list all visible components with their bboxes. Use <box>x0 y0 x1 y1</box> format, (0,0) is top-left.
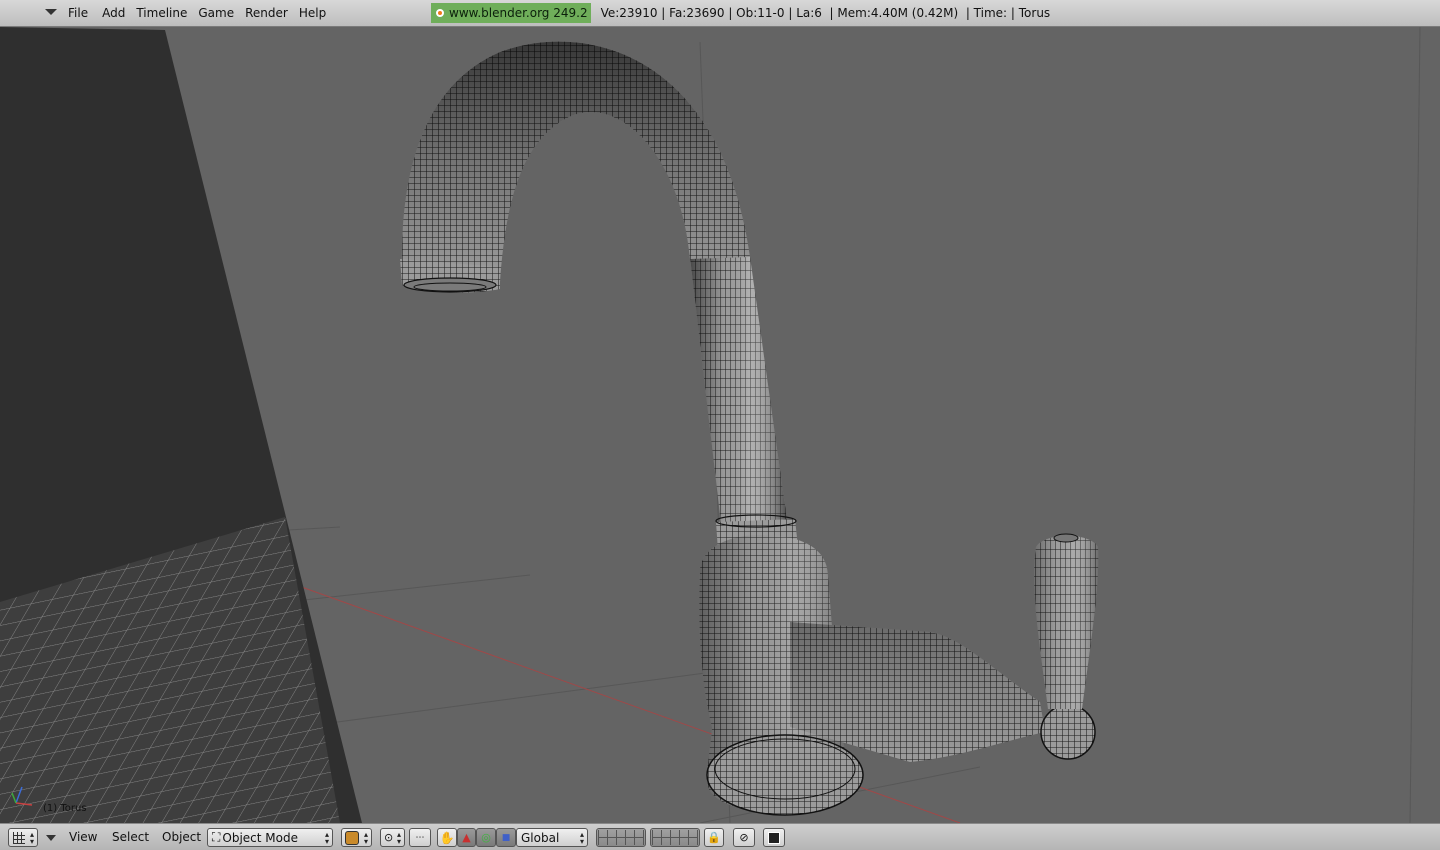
viewport-header: ▴ ▾ View Select Object ⛶ Object Mode ▴ ▾ ▴… <box>0 823 1440 850</box>
circle-icon: ◎ <box>481 831 491 844</box>
main-menu: File Add Timeline Game Render Help <box>68 0 337 26</box>
hand-icon: ✋ <box>439 830 455 845</box>
align-button[interactable]: ⋯ <box>409 828 431 847</box>
menu-game[interactable]: Game <box>198 0 245 26</box>
updown-arrows-icon: ▴ ▾ <box>29 830 34 846</box>
active-object-label: (1) Torus <box>43 803 87 814</box>
info-area: www.blender.org 249.2 Ve:23910 | Fa:2369… <box>431 3 1050 23</box>
scale-toggle[interactable]: ■ <box>496 828 516 847</box>
manipulator-toggle[interactable]: ✋ <box>437 828 457 847</box>
editor-type-button[interactable]: ▴ ▾ <box>8 828 38 847</box>
select-menu[interactable]: Select <box>112 830 149 844</box>
pivot-button[interactable]: ⊙ ▴ ▾ <box>380 828 405 847</box>
rotate-toggle[interactable]: ◎ <box>476 828 496 847</box>
mode-select[interactable]: ⛶ Object Mode ▴ ▾ <box>207 828 333 847</box>
translate-toggle[interactable]: ▲ <box>457 828 476 847</box>
updown-arrows-icon: ▴ ▾ <box>579 830 584 846</box>
3d-viewport[interactable]: (1) Torus <box>0 27 1440 823</box>
lock-icon: 🔒 <box>707 831 721 844</box>
render-preview-button[interactable] <box>763 828 785 847</box>
updown-arrows-icon: ▴ ▾ <box>396 830 401 846</box>
collapse-arrow-icon[interactable] <box>46 835 56 841</box>
pivot-icon: ⊙ <box>384 831 394 844</box>
layer-buttons-1[interactable] <box>596 828 646 847</box>
layer-buttons-2[interactable] <box>650 828 700 847</box>
menu-render[interactable]: Render <box>245 0 299 26</box>
draw-type-button[interactable]: ▴ ▾ <box>341 828 372 847</box>
orientation-select[interactable]: Global ▴ ▾ <box>516 828 588 847</box>
render-icon <box>768 831 780 844</box>
scene-stats: Ve:23910 | Fa:23690 | Ob:11-0 | La:6 | M… <box>600 6 1051 20</box>
grid-icon <box>13 831 25 844</box>
view-menu[interactable]: View <box>69 830 97 844</box>
viewport-scene <box>0 27 1440 823</box>
layers-grid-icon <box>598 830 644 845</box>
menu-help[interactable]: Help <box>299 0 337 26</box>
blender-logo-icon <box>436 9 444 17</box>
orientation-label: Global <box>521 830 560 845</box>
shading-icon <box>345 830 359 845</box>
triangle-icon: ▲ <box>462 831 471 844</box>
object-menu[interactable]: Object <box>162 830 201 844</box>
updown-arrows-icon: ▴ ▾ <box>363 830 368 846</box>
menu-timeline[interactable]: Timeline <box>136 0 198 26</box>
align-icon: ⋯ <box>415 832 425 843</box>
layers-grid-icon <box>652 830 698 845</box>
version-badge: www.blender.org 249.2 <box>431 3 591 23</box>
menu-file[interactable]: File <box>68 0 99 26</box>
top-menu-bar: File Add Timeline Game Render Help www.b… <box>0 0 1440 27</box>
collapse-arrow-icon[interactable] <box>45 9 57 15</box>
menu-add[interactable]: Add <box>102 0 136 26</box>
square-icon: ■ <box>501 832 511 843</box>
version-text: www.blender.org 249.2 <box>449 6 588 20</box>
snap-button[interactable]: ⊘ <box>733 828 755 847</box>
mode-label: Object Mode <box>222 830 298 845</box>
lock-layers-button[interactable]: 🔒 <box>704 828 724 847</box>
mode-icon: ⛶ <box>212 830 221 844</box>
magnet-icon: ⊘ <box>739 831 749 844</box>
updown-arrows-icon: ▴ ▾ <box>324 830 329 846</box>
blender-window: File Add Timeline Game Render Help www.b… <box>0 0 1440 850</box>
